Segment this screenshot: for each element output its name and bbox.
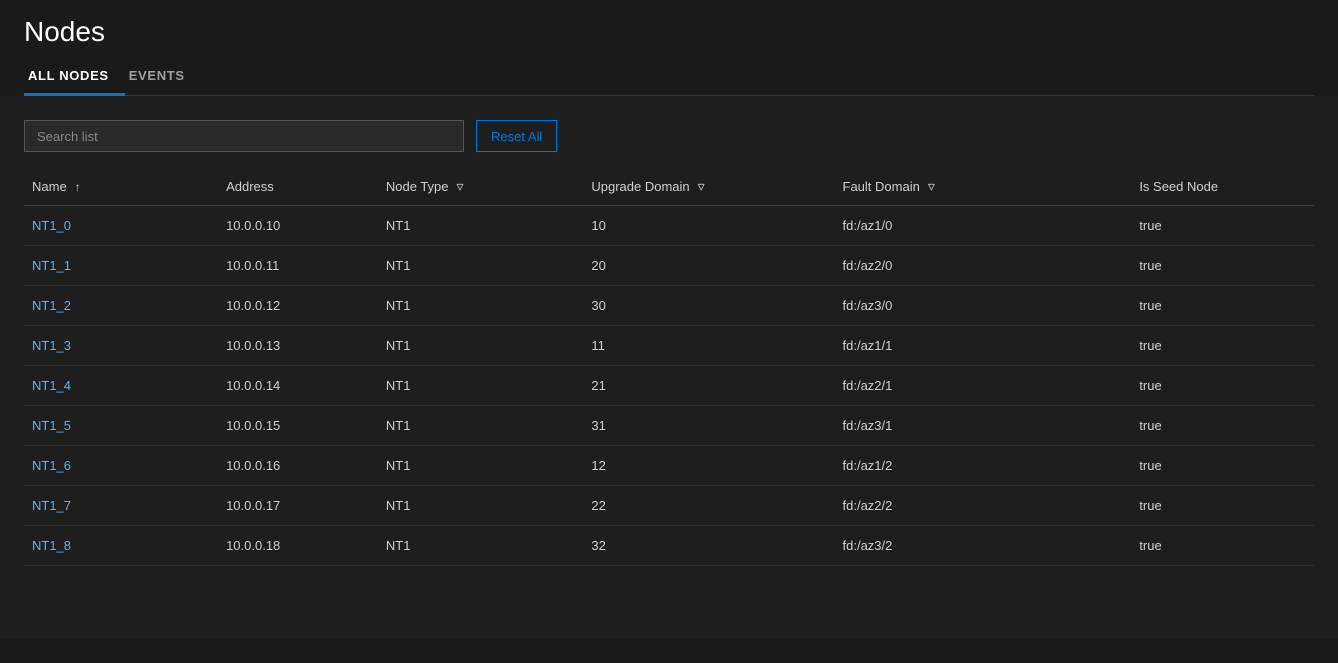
node-upgrade-domain: 22 <box>583 486 834 526</box>
node-is-seed: true <box>1131 366 1314 406</box>
reset-all-button[interactable]: Reset All <box>476 120 557 152</box>
node-type: NT1 <box>378 486 583 526</box>
node-name-link[interactable]: NT1_3 <box>32 338 71 353</box>
col-header-upgdomain: Upgrade Domain ▿ <box>583 168 834 206</box>
node-type: NT1 <box>378 526 583 566</box>
col-seednode-label: Is Seed Node <box>1139 179 1218 194</box>
sort-icon-name[interactable]: ↑ <box>75 180 81 194</box>
node-is-seed: true <box>1131 246 1314 286</box>
col-header-name: Name ↑ <box>24 168 218 206</box>
node-upgrade-domain: 31 <box>583 406 834 446</box>
tab-bar: ALL NODES EVENTS <box>24 60 1314 96</box>
node-type: NT1 <box>378 246 583 286</box>
node-address: 10.0.0.15 <box>218 406 378 446</box>
node-name-link[interactable]: NT1_7 <box>32 498 71 513</box>
filter-icon-faultdomain[interactable]: ▿ <box>928 178 935 195</box>
col-nodetype-label: Node Type <box>386 179 449 194</box>
node-upgrade-domain: 32 <box>583 526 834 566</box>
col-header-seednode: Is Seed Node <box>1131 168 1314 206</box>
col-header-faultdomain: Fault Domain ▿ <box>835 168 1132 206</box>
filter-icon-upgdomain[interactable]: ▿ <box>698 178 705 195</box>
node-fault-domain: fd:/az1/2 <box>835 446 1132 486</box>
tab-all-nodes[interactable]: ALL NODES <box>24 60 125 96</box>
node-upgrade-domain: 10 <box>583 206 834 246</box>
node-name-link[interactable]: NT1_4 <box>32 378 71 393</box>
node-upgrade-domain: 20 <box>583 246 834 286</box>
node-fault-domain: fd:/az2/0 <box>835 246 1132 286</box>
node-is-seed: true <box>1131 326 1314 366</box>
node-address: 10.0.0.13 <box>218 326 378 366</box>
node-type: NT1 <box>378 446 583 486</box>
table-row: NT1_0 10.0.0.10NT110fd:/az1/0true <box>24 206 1314 246</box>
table-row: NT1_4 10.0.0.14NT121fd:/az2/1true <box>24 366 1314 406</box>
node-fault-domain: fd:/az3/2 <box>835 526 1132 566</box>
col-header-address: Address <box>218 168 378 206</box>
tab-events[interactable]: EVENTS <box>125 60 201 96</box>
node-name-link[interactable]: NT1_5 <box>32 418 71 433</box>
table-row: NT1_1 10.0.0.11NT120fd:/az2/0true <box>24 246 1314 286</box>
node-fault-domain: fd:/az3/0 <box>835 286 1132 326</box>
node-is-seed: true <box>1131 446 1314 486</box>
node-address: 10.0.0.10 <box>218 206 378 246</box>
node-address: 10.0.0.18 <box>218 526 378 566</box>
col-header-nodetype: Node Type ▿ <box>378 168 583 206</box>
node-upgrade-domain: 12 <box>583 446 834 486</box>
table-row: NT1_5 10.0.0.15NT131fd:/az3/1true <box>24 406 1314 446</box>
node-upgrade-domain: 21 <box>583 366 834 406</box>
node-is-seed: true <box>1131 206 1314 246</box>
node-name-link[interactable]: NT1_0 <box>32 218 71 233</box>
node-address: 10.0.0.11 <box>218 246 378 286</box>
node-address: 10.0.0.14 <box>218 366 378 406</box>
node-name-link[interactable]: NT1_1 <box>32 258 71 273</box>
node-type: NT1 <box>378 406 583 446</box>
table-header: Name ↑ Address Node Type ▿ Upgrade Domai… <box>24 168 1314 206</box>
search-input[interactable] <box>24 120 464 152</box>
page-title: Nodes <box>24 16 1314 48</box>
table-body: NT1_010.0.0.10NT110fd:/az1/0trueNT1_110.… <box>24 206 1314 566</box>
node-is-seed: true <box>1131 406 1314 446</box>
col-address-label: Address <box>226 179 274 194</box>
toolbar: Reset All <box>24 120 1314 152</box>
col-upgdomain-label: Upgrade Domain <box>591 179 689 194</box>
node-address: 10.0.0.17 <box>218 486 378 526</box>
node-name-link[interactable]: NT1_2 <box>32 298 71 313</box>
node-fault-domain: fd:/az2/2 <box>835 486 1132 526</box>
node-fault-domain: fd:/az1/0 <box>835 206 1132 246</box>
table-row: NT1_6 10.0.0.16NT112fd:/az1/2true <box>24 446 1314 486</box>
node-type: NT1 <box>378 366 583 406</box>
node-name-link[interactable]: NT1_8 <box>32 538 71 553</box>
header: Nodes ALL NODES EVENTS <box>0 0 1338 96</box>
node-upgrade-domain: 30 <box>583 286 834 326</box>
node-is-seed: true <box>1131 486 1314 526</box>
node-fault-domain: fd:/az2/1 <box>835 366 1132 406</box>
col-faultdomain-label: Fault Domain <box>843 179 920 194</box>
node-fault-domain: fd:/az3/1 <box>835 406 1132 446</box>
table-row: NT1_7 10.0.0.17NT122fd:/az2/2true <box>24 486 1314 526</box>
filter-icon-nodetype[interactable]: ▿ <box>457 178 464 195</box>
nodes-table: Name ↑ Address Node Type ▿ Upgrade Domai… <box>24 168 1314 566</box>
table-row: NT1_8 10.0.0.18NT132fd:/az3/2true <box>24 526 1314 566</box>
node-type: NT1 <box>378 326 583 366</box>
node-name-link[interactable]: NT1_6 <box>32 458 71 473</box>
table-row: NT1_3 10.0.0.13NT111fd:/az1/1true <box>24 326 1314 366</box>
node-is-seed: true <box>1131 526 1314 566</box>
node-type: NT1 <box>378 206 583 246</box>
node-is-seed: true <box>1131 286 1314 326</box>
main-content: Reset All Name ↑ Address Node Type ▿ <box>0 96 1338 639</box>
table-row: NT1_2 10.0.0.12NT130fd:/az3/0true <box>24 286 1314 326</box>
node-type: NT1 <box>378 286 583 326</box>
node-address: 10.0.0.16 <box>218 446 378 486</box>
node-upgrade-domain: 11 <box>583 326 834 366</box>
node-fault-domain: fd:/az1/1 <box>835 326 1132 366</box>
node-address: 10.0.0.12 <box>218 286 378 326</box>
col-name-label: Name <box>32 179 67 194</box>
